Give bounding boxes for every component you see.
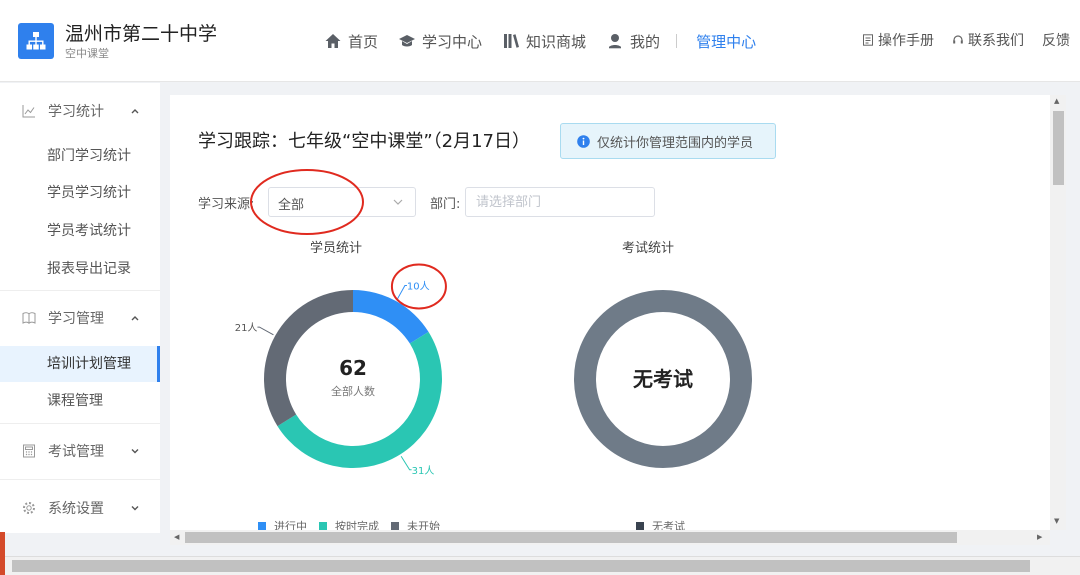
- sidebar-group-study-mgmt[interactable]: 学习管理: [0, 293, 160, 343]
- legend-swatch: [258, 522, 266, 530]
- sidebar-divider: [0, 423, 160, 424]
- sidebar-item-course-mgmt[interactable]: 课程管理: [0, 383, 160, 419]
- school-subtitle: 空中课堂: [65, 47, 109, 60]
- page-scroll-thumb[interactable]: [12, 560, 1030, 572]
- pie-data-label-0-1: 31人: [412, 465, 435, 477]
- nav-home-label: 首页: [348, 32, 379, 51]
- legend-item[interactable]: 进行中: [258, 518, 307, 530]
- nav-knowledge-mall-label: 知识商城: [526, 32, 587, 51]
- nav-mine[interactable]: 我的: [606, 31, 660, 52]
- legend-swatch: [319, 522, 327, 530]
- manual-link[interactable]: 操作手册: [862, 30, 934, 50]
- home-icon: [325, 34, 341, 48]
- sidebar-item-student-stats[interactable]: 学员学习统计: [0, 175, 160, 211]
- feedback-link[interactable]: 反馈: [1042, 30, 1070, 50]
- nav-admin-center-label: 管理中心: [696, 32, 757, 51]
- chevron-down-icon: [131, 506, 139, 511]
- org-chart-icon: [26, 32, 46, 50]
- nav-home[interactable]: 首页: [324, 31, 378, 52]
- contact-link[interactable]: 联系我们: [952, 30, 1024, 50]
- book-icon: [22, 312, 36, 324]
- red-circle-annotation-select: [250, 169, 364, 235]
- sidebar-item-dept-stats[interactable]: 部门学习统计: [0, 138, 160, 174]
- sidebar-group-label: 学习管理: [48, 311, 104, 327]
- legend-swatch: [391, 522, 399, 530]
- contact-link-label: 联系我们: [968, 33, 1024, 49]
- nav-learning-center[interactable]: 学习中心: [398, 31, 482, 52]
- headset-icon: [953, 35, 963, 44]
- school-name: 温州市第二十中学: [65, 23, 218, 45]
- user-icon: [609, 34, 622, 49]
- window-edge-marker: [0, 532, 5, 575]
- pie-data-label-0-2: 21人: [235, 322, 258, 334]
- vertical-scroll-thumb[interactable]: [1053, 111, 1064, 185]
- manual-link-label: 操作手册: [878, 33, 934, 49]
- pie-label-line-0-1: [400, 455, 412, 471]
- charts-canvas: 10人 31人 21人 62 全部人数 无考试: [235, 169, 752, 477]
- nav-admin-center[interactable]: 管理中心: [696, 31, 756, 52]
- graduation-cap-icon: [399, 35, 416, 47]
- top-header: 温州市第二十中学 空中课堂 首页 学习中心 知识商城 我的 管理中心 操作手册: [0, 0, 1080, 82]
- chart-legend-students: 进行中 按时完成 未开始: [258, 518, 452, 530]
- legend-label: 按时完成: [335, 520, 379, 530]
- horizontal-scroll-thumb[interactable]: [185, 532, 957, 543]
- legend-item[interactable]: 无考试: [636, 518, 685, 530]
- legend-swatch: [636, 522, 644, 530]
- chevron-down-icon: [131, 449, 139, 454]
- sidebar-group-label: 系统设置: [48, 501, 104, 517]
- sidebar: 学习统计 部门学习统计 学员学习统计 学员考试统计 报表导出记录 学习管理 培训…: [0, 83, 160, 533]
- scroll-down-arrow[interactable]: ▼: [1054, 517, 1059, 525]
- sidebar-item-exam-stats[interactable]: 学员考试统计: [0, 213, 160, 249]
- sidebar-item-export-records[interactable]: 报表导出记录: [0, 251, 160, 287]
- sidebar-divider: [0, 290, 160, 291]
- legend-label: 未开始: [407, 520, 440, 530]
- scroll-left-arrow[interactable]: ◀: [174, 533, 179, 541]
- legend-label: 进行中: [274, 520, 307, 530]
- pie-center-label: 全部人数: [331, 384, 375, 398]
- nav-learning-center-label: 学习中心: [422, 32, 483, 51]
- nav-mine-label: 我的: [630, 32, 661, 51]
- sidebar-group-label: 考试管理: [48, 444, 104, 460]
- logo[interactable]: [18, 23, 54, 59]
- chart-icon: [22, 105, 35, 118]
- horizontal-scrollbar[interactable]: ◀ ▶: [170, 530, 1050, 545]
- legend-item[interactable]: 按时完成: [319, 518, 379, 530]
- sidebar-divider: [0, 479, 160, 480]
- page-horizontal-scrollbar[interactable]: [0, 556, 1080, 575]
- calculator-icon: [23, 444, 35, 458]
- pie-label-line-0-0: [396, 284, 407, 300]
- chart-legend-exams: 无考试: [636, 518, 697, 530]
- scroll-right-arrow[interactable]: ▶: [1037, 533, 1042, 541]
- main-nav: 首页 学习中心 知识商城 我的 管理中心: [324, 30, 776, 52]
- legend-label: 无考试: [652, 520, 685, 530]
- header-links: 操作手册 联系我们 反馈: [844, 30, 1070, 50]
- pie-center-value: 62: [339, 356, 367, 380]
- feedback-link-label: 反馈: [1042, 33, 1070, 49]
- scroll-up-arrow[interactable]: ▲: [1054, 97, 1059, 105]
- legend-item[interactable]: 未开始: [391, 518, 440, 530]
- content-panel: 学习跟踪：七年级“空中课堂”（2月17日） 仅统计你管理范围内的学员 学习来源:…: [170, 95, 1050, 530]
- sidebar-group-label: 学习统计: [48, 104, 104, 120]
- pie-slice-0-1: [277, 331, 442, 468]
- books-icon: [504, 34, 520, 48]
- gear-icon: [23, 502, 35, 514]
- vertical-scrollbar[interactable]: ▲ ▼: [1050, 95, 1066, 530]
- nav-divider: [676, 34, 678, 48]
- sidebar-group-exam-mgmt[interactable]: 考试管理: [0, 426, 160, 476]
- pie-center-label: 无考试: [633, 367, 693, 391]
- nav-knowledge-mall[interactable]: 知识商城: [502, 31, 586, 52]
- pie-slice-0-0: [353, 290, 429, 344]
- pie-data-label-0-0: 10人: [407, 280, 430, 292]
- manual-icon: [863, 34, 873, 46]
- chevron-up-icon: [131, 316, 139, 321]
- sidebar-item-training-plan[interactable]: 培训计划管理: [0, 346, 160, 382]
- chevron-up-icon: [131, 109, 139, 114]
- sidebar-group-settings[interactable]: 系统设置: [0, 483, 160, 533]
- sidebar-group-study-stats[interactable]: 学习统计: [0, 86, 160, 136]
- pie-label-line-0-2: [257, 326, 274, 336]
